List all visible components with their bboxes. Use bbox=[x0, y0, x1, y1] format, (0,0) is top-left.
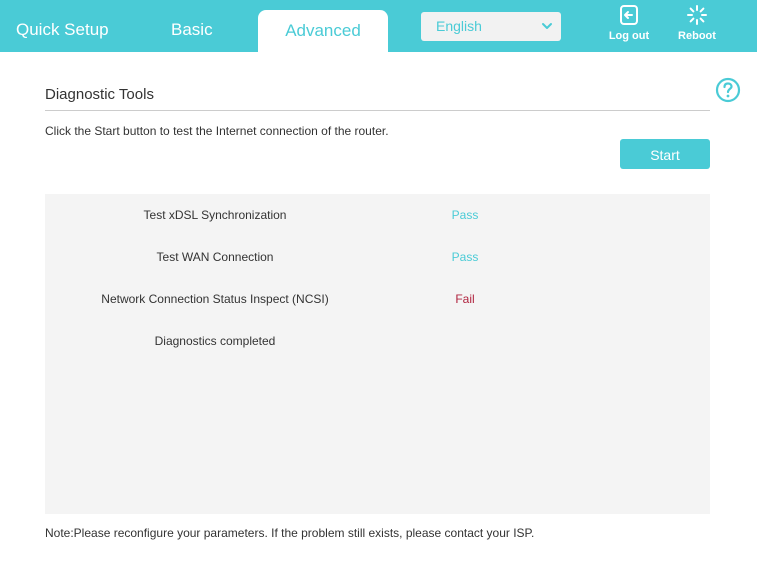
top-nav-bar: Quick Setup Basic Advanced English Log o… bbox=[0, 0, 757, 52]
instruction-text: Click the Start button to test the Inter… bbox=[45, 124, 389, 138]
result-row: Test WAN Connection Pass bbox=[45, 250, 710, 270]
diagnostic-results-panel: Test xDSL Synchronization Pass Test WAN … bbox=[45, 194, 710, 514]
result-row: Test xDSL Synchronization Pass bbox=[45, 208, 710, 228]
tab-quick-setup[interactable]: Quick Setup bbox=[16, 0, 109, 52]
result-label: Diagnostics completed bbox=[154, 334, 276, 348]
result-row: Diagnostics completed bbox=[45, 334, 710, 354]
page-title: Diagnostic Tools bbox=[45, 86, 154, 103]
result-status: Pass bbox=[451, 208, 479, 222]
result-label: Test xDSL Synchronization bbox=[143, 208, 287, 222]
logout-icon bbox=[601, 4, 657, 28]
language-select[interactable]: English bbox=[421, 12, 561, 41]
result-status: Pass bbox=[451, 250, 479, 264]
note-text: Note:Please reconfigure your parameters.… bbox=[45, 526, 535, 540]
reboot-label: Reboot bbox=[678, 30, 716, 42]
help-icon[interactable] bbox=[715, 77, 741, 103]
result-label: Test WAN Connection bbox=[156, 250, 274, 264]
chevron-down-icon bbox=[542, 23, 552, 29]
logout-label: Log out bbox=[608, 30, 650, 42]
language-select-value: English bbox=[436, 18, 482, 34]
tab-advanced[interactable]: Advanced bbox=[258, 10, 388, 52]
title-divider bbox=[45, 110, 710, 111]
reboot-icon bbox=[669, 4, 725, 28]
result-label: Network Connection Status Inspect (NCSI) bbox=[101, 292, 329, 306]
result-row: Network Connection Status Inspect (NCSI)… bbox=[45, 292, 710, 312]
logout-button[interactable]: Log out bbox=[601, 4, 657, 42]
tab-basic[interactable]: Basic bbox=[171, 0, 213, 52]
result-status: Fail bbox=[455, 292, 475, 306]
start-button[interactable]: Start bbox=[620, 139, 710, 169]
reboot-button[interactable]: Reboot bbox=[669, 4, 725, 42]
